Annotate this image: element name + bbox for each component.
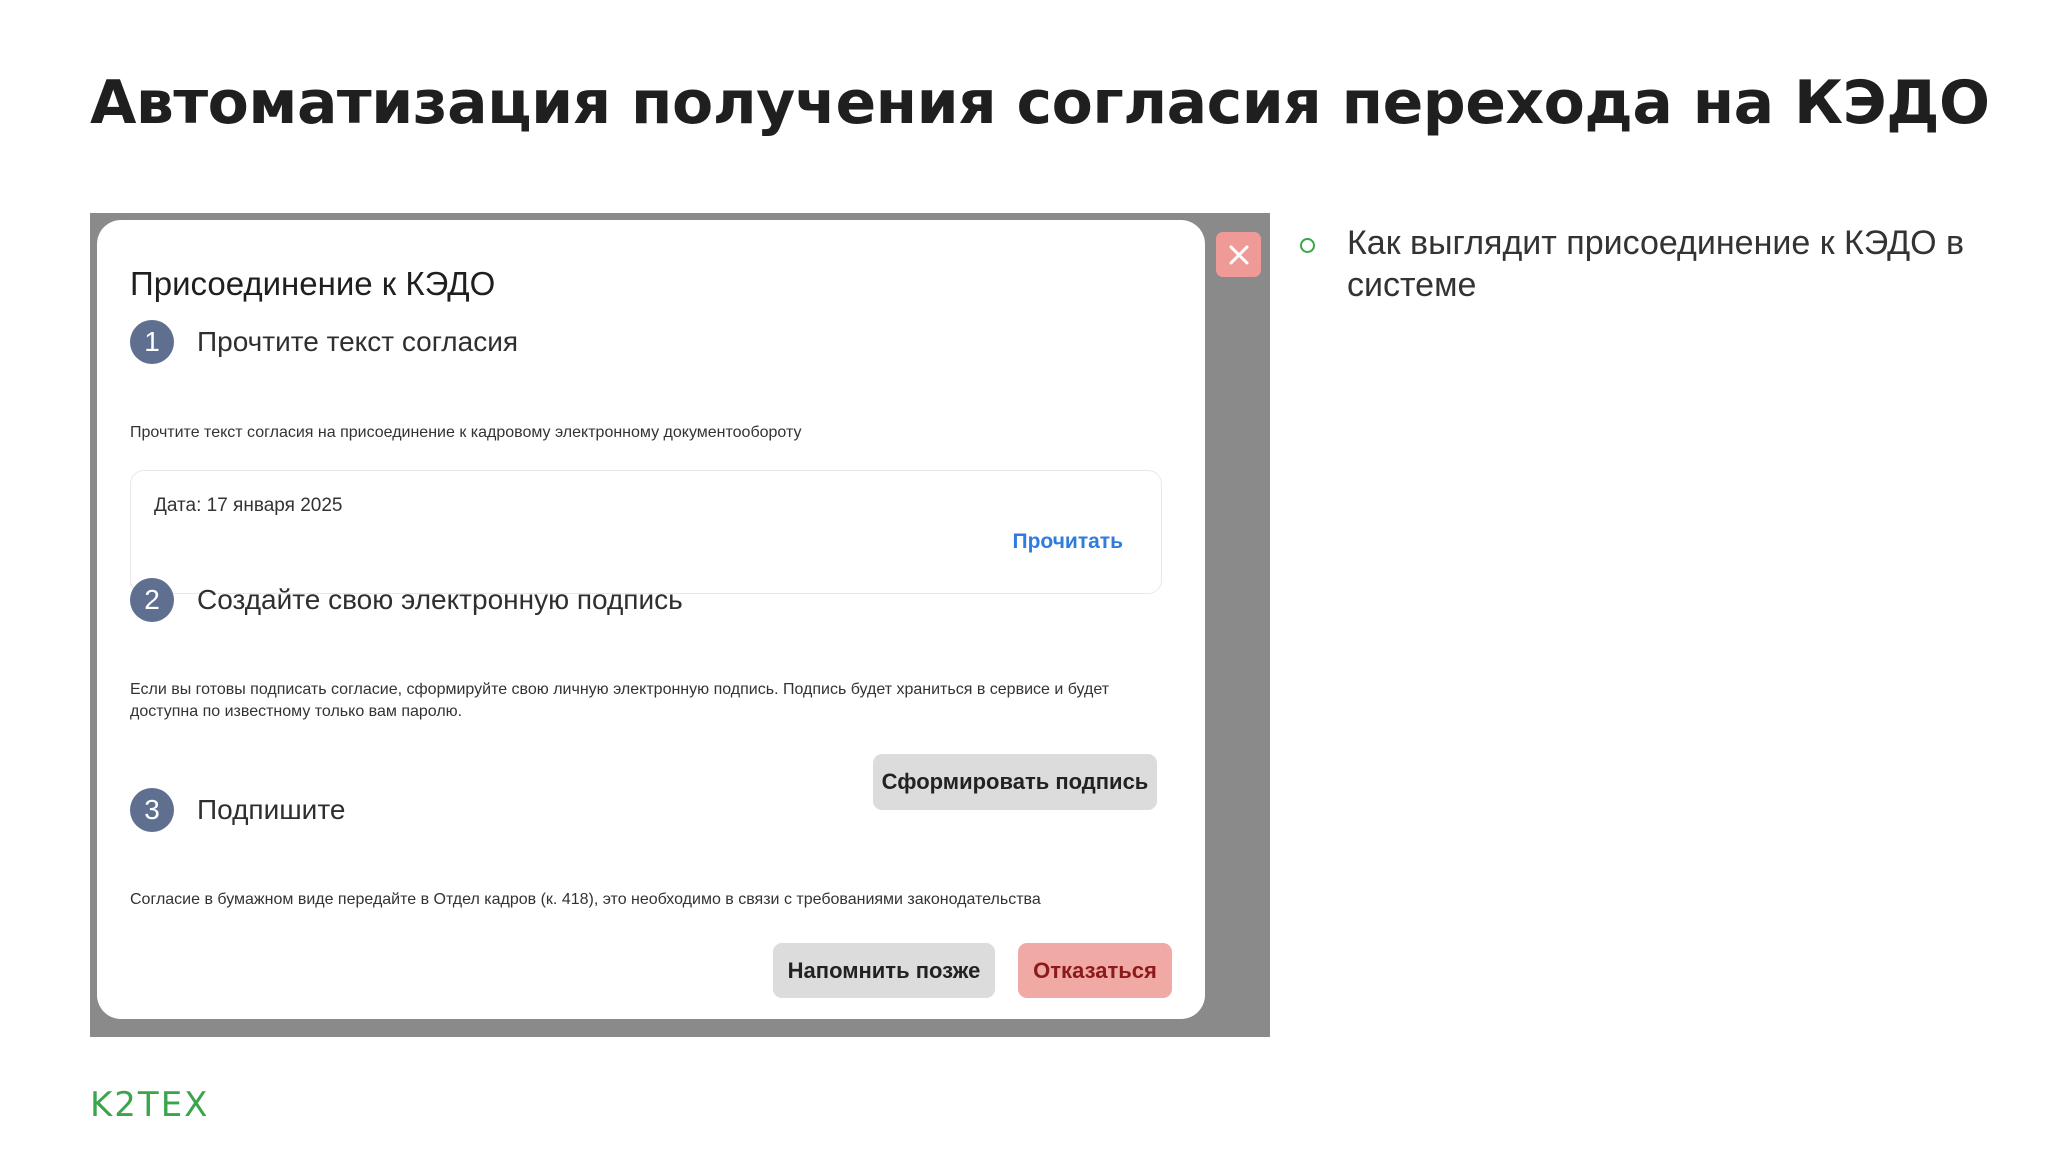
step-1-title: Прочтите текст согласия	[197, 326, 519, 357]
decline-button[interactable]: Отказаться	[1018, 943, 1172, 998]
slide-title: Автоматизация получения согласия переход…	[90, 68, 1990, 138]
step-2-title: Создайте свою электронную подпись	[197, 584, 683, 615]
step-2: 2 Создайте свою электронную подпись	[130, 578, 683, 622]
step-3-badge: 3	[130, 788, 174, 832]
close-icon	[1229, 245, 1248, 264]
step-1-description: Прочтите текст согласия на присоединение…	[130, 424, 802, 441]
bullet-marker-icon	[1300, 238, 1315, 253]
step-2-description: Если вы готовы подписать согласие, сформ…	[130, 681, 1110, 720]
document-date: Дата: 17 января 2025	[154, 495, 343, 516]
step-3-description: Согласие в бумажном виде передайте в Отд…	[130, 891, 1041, 908]
app-screenshot: Присоединение к КЭДО 1 Прочтите текст со…	[90, 213, 1270, 1037]
company-logo: K2TEX	[90, 1085, 210, 1125]
kedo-join-dialog: Присоединение к КЭДО 1 Прочтите текст со…	[97, 220, 1205, 1019]
consent-document-card: Дата: 17 января 2025 Прочитать	[130, 470, 1162, 594]
modal-close-button[interactable]	[1216, 232, 1261, 277]
read-document-link[interactable]: Прочитать	[1013, 530, 1124, 554]
dialog-title: Присоединение к КЭДО	[130, 265, 496, 302]
remind-later-button[interactable]: Напомнить позже	[773, 943, 995, 998]
step-1-badge: 1	[130, 320, 174, 364]
create-signature-button[interactable]: Сформировать подпись	[873, 754, 1157, 810]
step-3: 3 Подпишите	[130, 788, 345, 832]
step-1: 1 Прочтите текст согласия	[130, 320, 518, 364]
slide-bullet-text: Как выглядит присоединение к КЭДО в сист…	[1347, 224, 1965, 304]
step-2-badge: 2	[130, 578, 174, 622]
step-3-title: Подпишите	[197, 794, 346, 825]
